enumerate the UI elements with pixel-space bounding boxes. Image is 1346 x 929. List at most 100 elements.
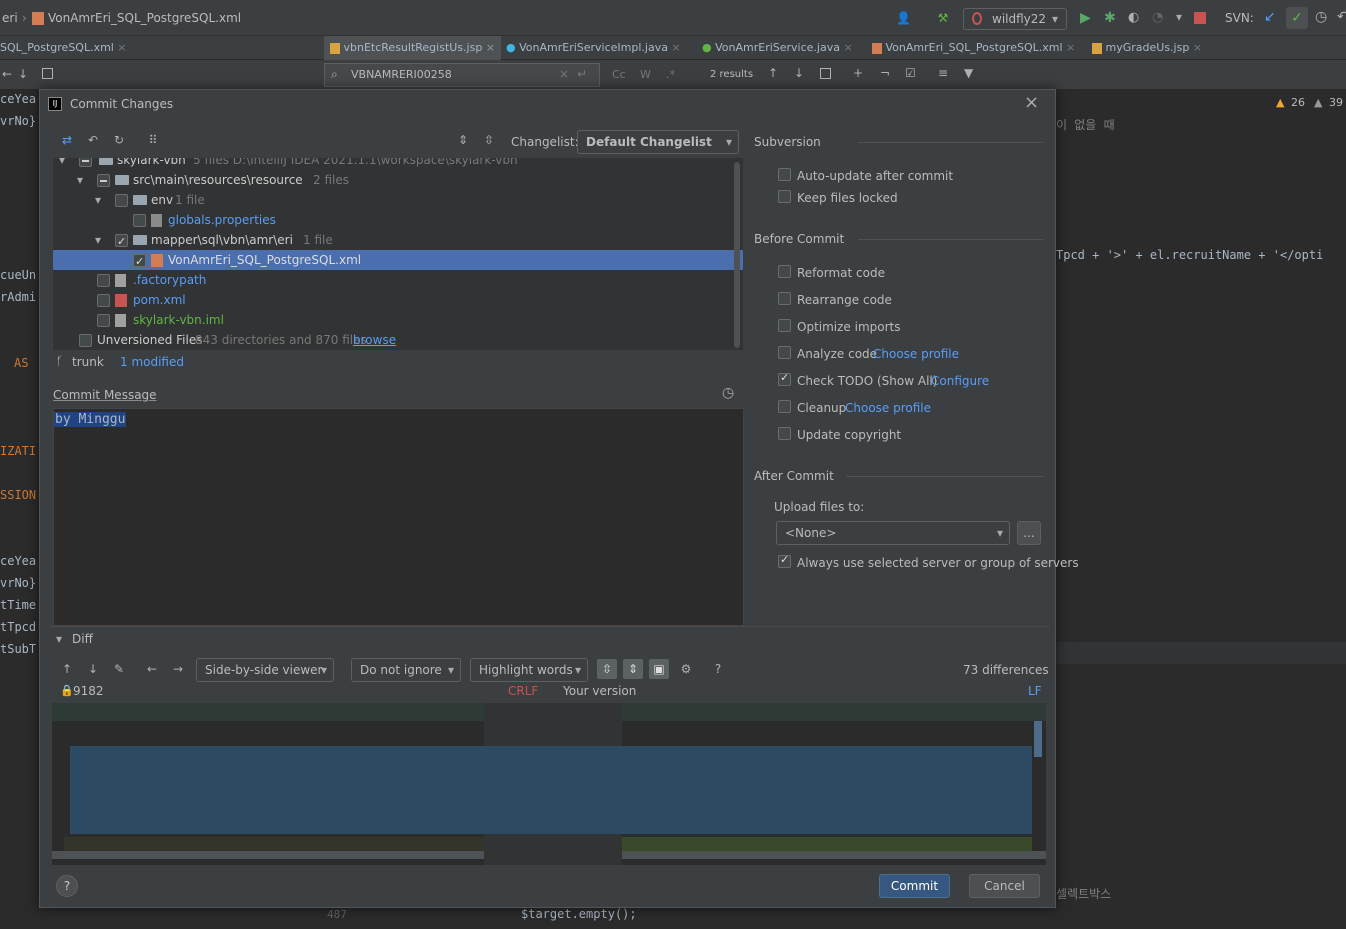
- commit-button[interactable]: Commit: [879, 874, 950, 898]
- tree-row-pom[interactable]: pom.xml: [53, 290, 743, 310]
- check-todo-checkbox[interactable]: [778, 371, 791, 386]
- more-run-icon[interactable]: ▾: [1176, 10, 1182, 24]
- profile-icon[interactable]: ◔: [1152, 10, 1163, 25]
- run-config-selector[interactable]: wildfly22 ▾: [963, 8, 1067, 30]
- breadcrumb-file[interactable]: VonAmrEri_SQL_PostgreSQL.xml: [48, 11, 241, 25]
- debug-icon[interactable]: ✱: [1104, 10, 1116, 26]
- update-copyright-checkbox[interactable]: [778, 427, 791, 440]
- chevron-down-icon[interactable]: ▾: [59, 158, 65, 170]
- refresh-icon[interactable]: ↻: [112, 133, 126, 147]
- tree-checkbox[interactable]: [115, 194, 128, 207]
- cleanup-choose-profile-link[interactable]: Choose profile: [845, 401, 931, 415]
- words-toggle[interactable]: W: [640, 68, 651, 81]
- rearrange-checkbox[interactable]: [778, 292, 791, 305]
- tree-checkbox[interactable]: [97, 314, 110, 327]
- ignore-whitespace-dropdown[interactable]: Do not ignore: [351, 658, 461, 682]
- prev-diff-icon[interactable]: ↑: [60, 662, 74, 676]
- reformat-checkbox[interactable]: [778, 265, 791, 278]
- stop-icon[interactable]: [1194, 12, 1206, 24]
- browse-link[interactable]: browse: [353, 330, 396, 350]
- keep-locked-checkbox[interactable]: [778, 190, 791, 203]
- collapse-all-icon[interactable]: ⇳: [482, 133, 496, 147]
- viewer-dropdown[interactable]: Side-by-side viewer: [196, 658, 334, 682]
- right-line-separator[interactable]: LF: [1028, 684, 1042, 698]
- square-icon[interactable]: [42, 68, 53, 79]
- match-case-toggle[interactable]: Cc: [612, 68, 626, 81]
- tree-row-factorypath[interactable]: .factorypath: [53, 270, 743, 290]
- close-icon[interactable]: ×: [1024, 92, 1039, 113]
- tree-checkbox[interactable]: [115, 232, 128, 252]
- search-box[interactable]: ⌕ VBNAMRERI00258 × ↵: [324, 63, 600, 87]
- chevron-down-icon[interactable]: ▾: [95, 230, 101, 250]
- sync-scroll-icon[interactable]: ⇕: [623, 659, 643, 679]
- arrow-down-icon[interactable]: ↓: [18, 67, 28, 81]
- help-icon[interactable]: ?: [711, 662, 725, 676]
- newline-icon[interactable]: ↵: [577, 67, 587, 81]
- tree-row-selected-xml[interactable]: VonAmrEri_SQL_PostgreSQL.xml: [53, 250, 743, 272]
- message-history-icon[interactable]: ◷: [722, 385, 734, 401]
- show-diff-icon[interactable]: ⇄: [60, 133, 74, 147]
- todo-configure-link[interactable]: Configure: [931, 374, 989, 388]
- tree-row-mapper[interactable]: ▾ mapper\sql\vbn\amr\eri 1 file: [53, 230, 743, 252]
- breadcrumb-module[interactable]: eri: [2, 11, 18, 25]
- horizontal-scrollbar[interactable]: [52, 851, 484, 859]
- user-icon[interactable]: 👤: [896, 11, 911, 25]
- tree-checkbox[interactable]: [133, 214, 146, 227]
- chevron-down-icon[interactable]: ▾: [77, 170, 83, 190]
- auto-update-checkbox[interactable]: [778, 168, 791, 181]
- tree-row-iml[interactable]: skylark-vbn.iml: [53, 310, 743, 330]
- build-hammer-icon[interactable]: ⚒: [936, 11, 950, 25]
- rollback-icon[interactable]: ↶: [86, 133, 100, 147]
- analyze-code-checkbox[interactable]: [778, 346, 791, 359]
- tab-service[interactable]: ● VonAmrEriService.java ×: [702, 36, 853, 60]
- tree-row-root[interactable]: ▾ skylark-vbn 5 files D:\IntelliJ IDEA 2…: [53, 158, 743, 170]
- lock-icon[interactable]: ▣: [649, 659, 669, 679]
- chevron-down-icon[interactable]: ▾: [95, 190, 101, 210]
- select-all-icon[interactable]: [820, 68, 831, 79]
- left-line-separator[interactable]: CRLF: [508, 684, 538, 698]
- cancel-button[interactable]: Cancel: [969, 874, 1040, 898]
- optimize-imports-checkbox[interactable]: [778, 319, 791, 332]
- run-icon[interactable]: ▶: [1080, 10, 1091, 26]
- tree-scrollbar[interactable]: [734, 162, 740, 348]
- svn-commit-icon[interactable]: ✓: [1286, 7, 1308, 29]
- expand-all-icon[interactable]: ⇕: [456, 133, 470, 147]
- settings-gear-icon[interactable]: ⚙: [679, 662, 693, 676]
- regex-toggle[interactable]: .*: [666, 68, 675, 81]
- highlight-dropdown[interactable]: Highlight words: [470, 658, 588, 682]
- tab-service-impl[interactable]: ● VonAmrEriServiceImpl.java ×: [506, 36, 681, 60]
- upload-server-dropdown[interactable]: <None>: [776, 521, 1010, 545]
- collapse-unchanged-icon[interactable]: ⇳: [597, 659, 617, 679]
- commit-message-input[interactable]: by Minggu: [53, 408, 744, 626]
- next-diff-icon[interactable]: ↓: [86, 662, 100, 676]
- warning-icon[interactable]: ▲: [1276, 96, 1284, 109]
- clear-icon[interactable]: ×: [559, 67, 569, 81]
- vertical-scrollbar[interactable]: [1034, 721, 1042, 757]
- always-use-server-checkbox[interactable]: [778, 553, 791, 568]
- tree-checkbox[interactable]: [79, 158, 92, 167]
- changelist-dropdown[interactable]: Default Changelist: [577, 130, 739, 154]
- diff-section-title[interactable]: Diff: [72, 632, 93, 646]
- tab-vbn-etc-result[interactable]: vbnEtcResultRegistUs.jsp ×: [324, 36, 502, 60]
- tree-row-globals[interactable]: globals.properties: [53, 210, 743, 230]
- tab-vonamreri-sql[interactable]: VonAmrEri_SQL_PostgreSQL.xml ×: [872, 36, 1075, 60]
- horizontal-scrollbar[interactable]: [622, 851, 1046, 859]
- prev-occurrence-icon[interactable]: ↑: [768, 66, 778, 80]
- back-icon[interactable]: ←: [145, 662, 159, 676]
- svn-update-icon[interactable]: ↙: [1264, 9, 1276, 25]
- modified-count[interactable]: 1 modified: [120, 355, 184, 369]
- tree-checkbox[interactable]: [133, 252, 146, 272]
- next-occurrence-icon[interactable]: ↓: [794, 66, 804, 80]
- search-input[interactable]: VBNAMRERI00258: [351, 68, 452, 81]
- diff-right-pane[interactable]: [622, 703, 1046, 865]
- chevron-down-icon[interactable]: ▾: [56, 632, 62, 646]
- tree-checkbox[interactable]: [79, 334, 92, 347]
- tree-checkbox[interactable]: [97, 274, 110, 287]
- group-by-icon[interactable]: ⠿: [146, 133, 160, 147]
- select-all-occurrences-icon[interactable]: ☑: [905, 66, 916, 80]
- arrow-left-icon[interactable]: ←: [2, 67, 12, 81]
- revert-icon[interactable]: ↶: [1337, 9, 1346, 25]
- edit-icon[interactable]: ✎: [112, 662, 126, 676]
- weak-warning-icon[interactable]: ▲: [1314, 96, 1322, 109]
- add-occurrence-icon[interactable]: +: [853, 66, 863, 80]
